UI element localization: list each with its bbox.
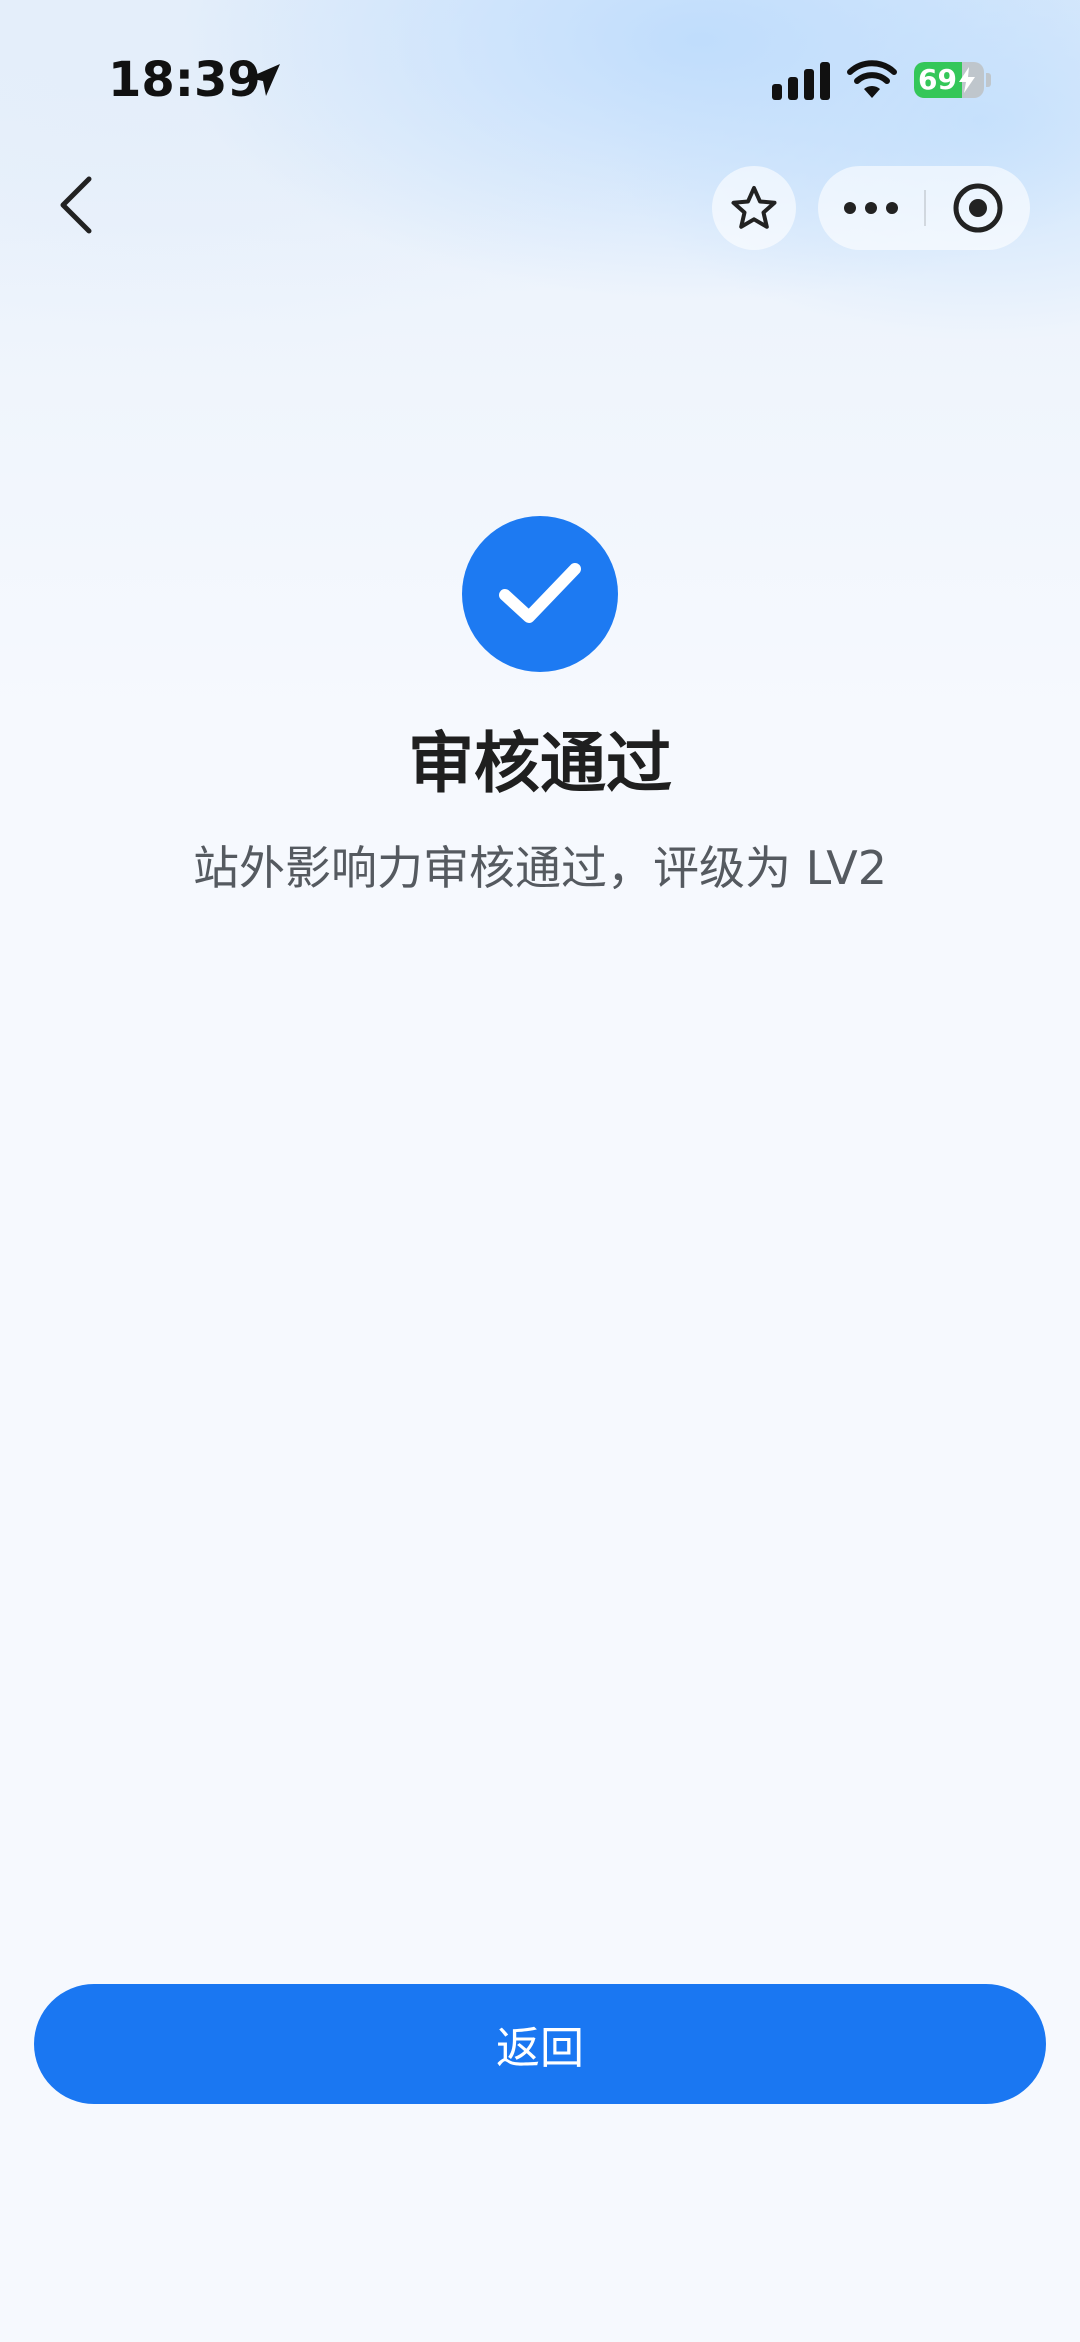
status-bar: 18:39 69	[0, 0, 1080, 160]
close-mini-program-button[interactable]	[926, 166, 1030, 250]
mini-program-capsule	[818, 166, 1030, 250]
more-button[interactable]	[818, 166, 924, 250]
cellular-signal-icon	[772, 62, 830, 100]
target-close-icon	[953, 183, 1003, 233]
star-icon	[731, 186, 777, 229]
checkmark-icon	[499, 563, 581, 623]
result-title: 审核通过	[408, 725, 672, 802]
location-arrow-icon	[248, 64, 280, 96]
favorite-button[interactable]	[712, 166, 796, 250]
battery-charging-icon: 69	[914, 62, 984, 98]
bolt-icon	[959, 67, 975, 93]
return-button[interactable]: 返回	[34, 1984, 1046, 2104]
more-dots-icon	[844, 202, 898, 214]
battery-level: 69	[918, 63, 957, 96]
result-description: 站外影响力审核通过，评级为 LV2	[193, 841, 887, 895]
back-button[interactable]	[30, 160, 120, 250]
check-circle-icon	[462, 516, 618, 672]
battery-cap	[986, 73, 991, 87]
chevron-left-icon	[60, 176, 92, 234]
status-time: 18:39	[108, 52, 261, 108]
wifi-icon	[847, 60, 897, 98]
